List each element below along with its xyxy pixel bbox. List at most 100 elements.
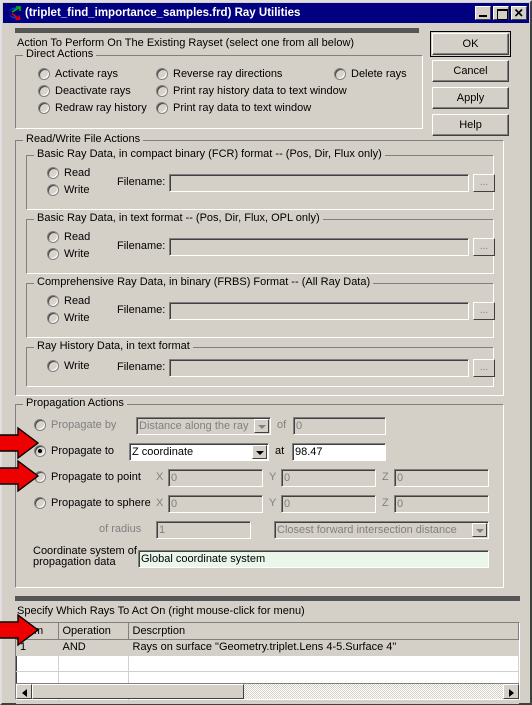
text-browse-button[interactable]: ... xyxy=(473,238,495,256)
fcr-read-radio[interactable] xyxy=(47,167,59,179)
redraw-ray-history-radio[interactable] xyxy=(38,102,50,114)
reverse-ray-directions-radio[interactable] xyxy=(156,68,168,80)
row1-description xyxy=(128,655,519,672)
propagate-by-mode-value: Distance along the ray xyxy=(139,420,249,432)
ray-history-group-title: Ray History Data, in text format xyxy=(34,341,193,352)
col-header-num[interactable]: Num xyxy=(16,623,59,640)
maximize-button[interactable] xyxy=(493,6,509,20)
fred-ray-icon xyxy=(6,5,22,21)
row0-operation: AND xyxy=(58,639,129,656)
text-read-option[interactable]: Read xyxy=(47,231,90,243)
point-x-input[interactable]: 0 xyxy=(168,469,263,487)
coord-system-label-line2: propagation data xyxy=(33,556,116,568)
close-button[interactable] xyxy=(511,6,527,20)
minimize-button[interactable] xyxy=(475,6,491,20)
fcr-filename-input[interactable] xyxy=(169,174,469,192)
fcr-filename-label: Filename: xyxy=(117,176,166,188)
row1-num xyxy=(16,655,59,672)
sphere-z-label: Z xyxy=(382,497,389,509)
propagate-by-of-label: of xyxy=(277,419,287,431)
scroll-track[interactable] xyxy=(32,684,503,699)
direct-actions-title: Direct Actions xyxy=(23,49,97,60)
print-ray-history-data-radio[interactable] xyxy=(156,85,168,97)
propagate-to-chevron-down-icon[interactable] xyxy=(252,445,267,459)
propagate-to-sphere-radio[interactable] xyxy=(34,497,46,509)
sphere-x-input[interactable]: 0 xyxy=(168,495,263,513)
propagate-by-of-input[interactable]: 0 xyxy=(293,417,386,435)
file-actions-title: Read/Write File Actions xyxy=(23,134,144,145)
row0-num: 1 xyxy=(16,639,59,656)
frbs-write-option[interactable]: Write xyxy=(47,312,89,324)
rays-table[interactable]: Num Operation Descrption 1 AND Rays on s… xyxy=(15,622,520,704)
propagate-by-mode-combo[interactable]: Distance along the ray xyxy=(136,417,271,435)
radio-activate-rays[interactable]: Activate rays xyxy=(38,68,118,80)
history-write-option[interactable]: Write xyxy=(47,360,89,372)
text-filename-input[interactable] xyxy=(169,238,469,256)
apply-button[interactable]: Apply xyxy=(432,87,509,109)
ok-button[interactable]: OK xyxy=(430,31,511,57)
propagate-to-point-option[interactable]: Propagate to point xyxy=(34,471,141,483)
title-bar: (triplet_find_importance_samples.frd) Ra… xyxy=(3,3,529,23)
sphere-y-input[interactable]: 0 xyxy=(281,495,376,513)
fcr-write-option[interactable]: Write xyxy=(47,184,89,196)
point-y-input[interactable]: 0 xyxy=(281,469,376,487)
col-header-operation[interactable]: Operation xyxy=(58,623,129,640)
text-read-label: Read xyxy=(64,231,91,243)
radio-reverse-ray-directions[interactable]: Reverse ray directions xyxy=(156,68,282,80)
rays-table-first-row[interactable]: 1 AND Rays on surface "Geometry.triplet.… xyxy=(16,639,519,656)
text-write-radio[interactable] xyxy=(47,248,59,260)
scroll-thumb[interactable] xyxy=(32,684,244,699)
radio-print-ray-data[interactable]: Print ray data to text window xyxy=(156,102,311,114)
propagate-by-chevron-down-icon[interactable] xyxy=(254,419,269,433)
frbs-write-label: Write xyxy=(64,312,90,324)
propagate-by-radio[interactable] xyxy=(34,419,46,431)
sphere-y-label: Y xyxy=(269,497,277,509)
coord-system-input[interactable]: Global coordinate system xyxy=(138,550,489,568)
cancel-button[interactable]: Cancel xyxy=(432,60,509,82)
fcr-browse-button[interactable]: ... xyxy=(473,174,495,192)
sphere-radius-input[interactable]: 1 xyxy=(156,521,251,539)
text-write-option[interactable]: Write xyxy=(47,248,89,260)
radio-deactivate-rays[interactable]: Deactivate rays xyxy=(38,85,131,97)
scroll-right-arrow-icon[interactable] xyxy=(503,684,519,699)
help-button[interactable]: Help xyxy=(432,114,509,136)
propagate-to-sphere-option[interactable]: Propagate to sphere xyxy=(34,497,151,509)
history-filename-input[interactable] xyxy=(169,359,469,377)
print-ray-data-radio[interactable] xyxy=(156,102,168,114)
frbs-filename-label: Filename: xyxy=(117,304,166,316)
table-row[interactable] xyxy=(16,655,519,672)
frbs-filename-input[interactable] xyxy=(169,302,469,320)
propagate-to-mode-combo[interactable]: Z coordinate xyxy=(129,443,269,461)
sphere-intersection-combo[interactable]: Closest forward intersection distance xyxy=(274,521,489,539)
propagate-to-point-radio[interactable] xyxy=(34,471,46,483)
delete-rays-radio[interactable] xyxy=(334,68,346,80)
point-z-input[interactable]: 0 xyxy=(394,469,489,487)
row1-operation xyxy=(58,655,129,672)
col-header-description[interactable]: Descrption xyxy=(128,623,519,640)
frbs-read-radio[interactable] xyxy=(47,295,59,307)
sphere-z-input[interactable]: 0 xyxy=(394,495,489,513)
propagate-to-option[interactable]: Propagate to xyxy=(34,445,114,457)
history-browse-button[interactable]: ... xyxy=(473,359,495,377)
activate-rays-radio[interactable] xyxy=(38,68,50,80)
sphere-intersection-chevron-down-icon[interactable] xyxy=(472,523,487,537)
text-read-radio[interactable] xyxy=(47,231,59,243)
propagate-to-at-label: at xyxy=(275,445,285,457)
radio-delete-rays[interactable]: Delete rays xyxy=(334,68,407,80)
frbs-write-radio[interactable] xyxy=(47,312,59,324)
action-separator-bar xyxy=(15,28,419,33)
propagate-to-at-input[interactable]: 98.47 xyxy=(292,443,386,461)
rays-table-hscrollbar[interactable] xyxy=(16,683,519,699)
radio-redraw-ray-history[interactable]: Redraw ray history xyxy=(38,102,147,114)
frbs-browse-button[interactable]: ... xyxy=(473,302,495,320)
sphere-radius-label: of radius xyxy=(99,523,142,535)
propagate-by-option[interactable]: Propagate by xyxy=(34,419,116,431)
fcr-write-radio[interactable] xyxy=(47,184,59,196)
deactivate-rays-radio[interactable] xyxy=(38,85,50,97)
frbs-read-option[interactable]: Read xyxy=(47,295,90,307)
scroll-left-arrow-icon[interactable] xyxy=(16,684,32,699)
history-write-radio[interactable] xyxy=(47,360,59,372)
fcr-read-option[interactable]: Read xyxy=(47,167,90,179)
radio-print-ray-history-data[interactable]: Print ray history data to text window xyxy=(156,85,347,97)
propagate-to-radio[interactable] xyxy=(34,445,46,457)
